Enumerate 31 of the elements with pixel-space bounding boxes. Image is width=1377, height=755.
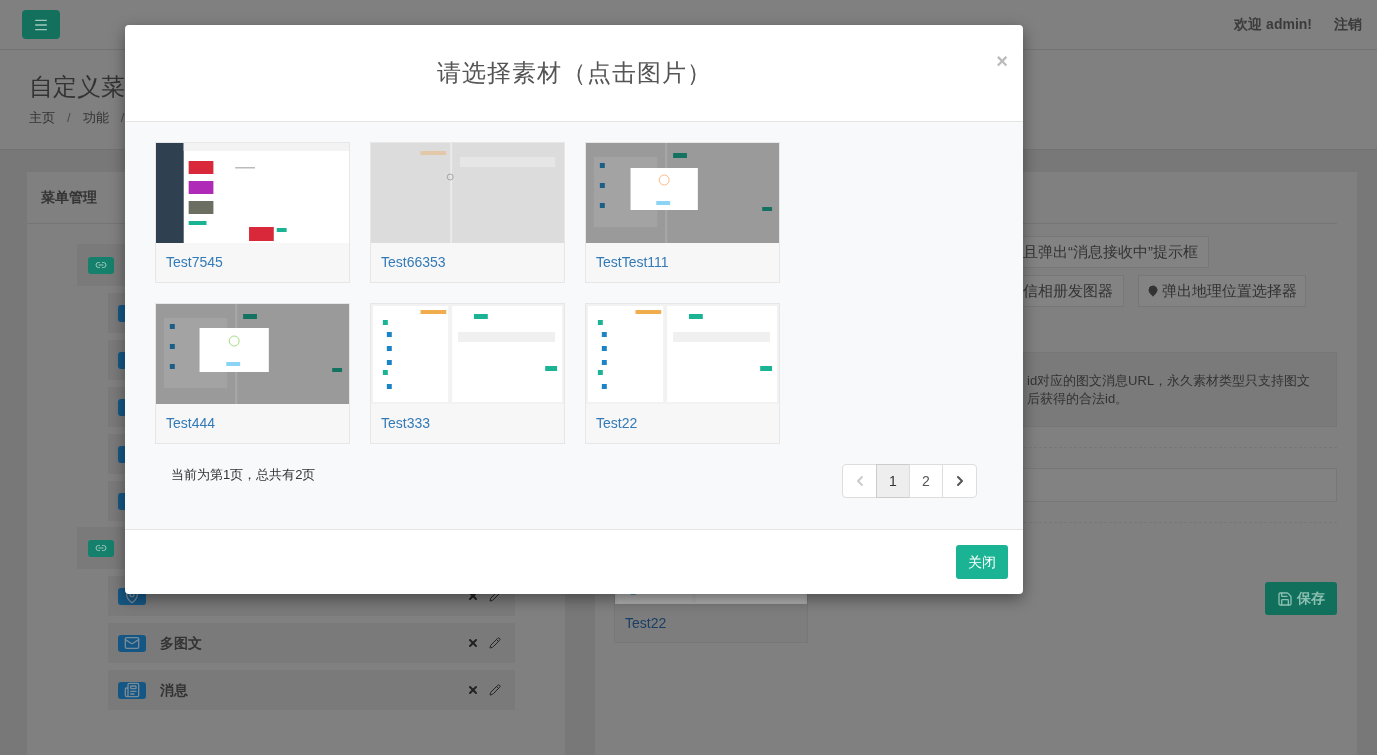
material-title[interactable]: Test22 <box>615 604 807 642</box>
save-button[interactable]: 保存 <box>1265 582 1337 615</box>
material-title[interactable]: Test22 <box>586 404 779 443</box>
notice-text: 后获得的合法id。 <box>1027 390 1130 408</box>
welcome-text: 欢迎 admin! <box>1234 15 1312 34</box>
logout-link[interactable]: 注销 <box>1334 14 1362 35</box>
menu-item-label: 多图文 <box>160 633 202 653</box>
page-title: 自定义菜 <box>29 72 125 102</box>
breadcrumb-separator: / <box>120 109 125 127</box>
material-title[interactable]: Test333 <box>371 404 564 443</box>
material-title[interactable]: Test444 <box>156 404 349 443</box>
material-title[interactable]: Test7545 <box>156 243 349 282</box>
menu-item-label: 消息 <box>160 680 188 700</box>
page-button[interactable]: 1 <box>876 464 910 498</box>
breadcrumb-separator: / <box>67 109 71 127</box>
notice-text: id对应的图文消息URL，永久素材类型只支持图文 <box>1027 372 1312 390</box>
material-title[interactable]: TestTest111 <box>586 243 779 282</box>
material-card[interactable]: TestTest111 <box>585 142 780 283</box>
action-button[interactable]: 弹出地理位置选择器 <box>1138 275 1306 307</box>
page-button[interactable]: 2 <box>909 464 943 498</box>
material-card[interactable]: Test444 <box>155 303 350 444</box>
material-card[interactable]: Test22 <box>585 303 780 444</box>
close-dialog-button[interactable]: 关闭 <box>956 545 1008 579</box>
material-card[interactable]: Test66353 <box>370 142 565 283</box>
page-info-text: 当前为第1页，总共有2页 <box>171 466 316 484</box>
material-title[interactable]: Test66353 <box>371 243 564 282</box>
material-card[interactable]: Test333 <box>370 303 565 444</box>
material-card[interactable]: Test7545 <box>155 142 350 283</box>
breadcrumb-link[interactable]: 功能 <box>82 108 109 128</box>
breadcrumb-link[interactable]: 主页 <box>29 108 55 128</box>
modal-title: 请选择素材（点击图片） <box>436 58 712 88</box>
